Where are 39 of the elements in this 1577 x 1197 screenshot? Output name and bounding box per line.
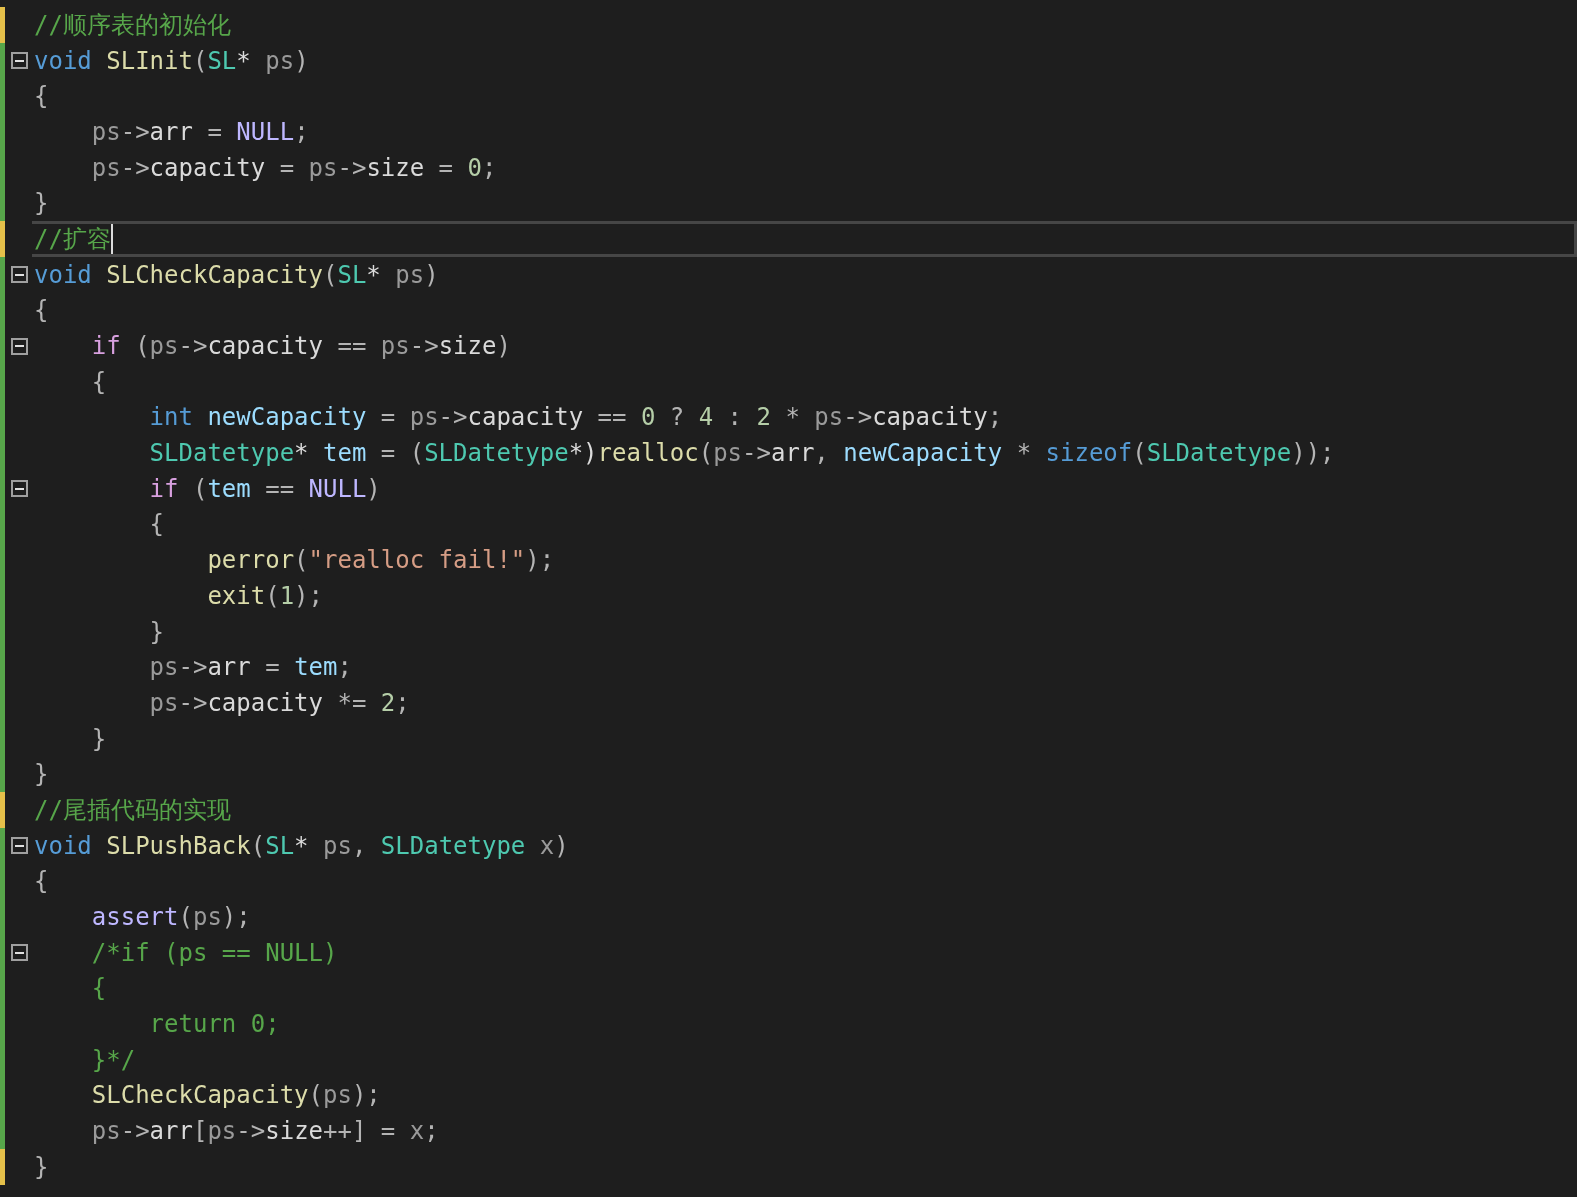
code-line: { (34, 866, 49, 897)
code-line: /*if (ps == NULL) (90, 937, 338, 968)
code-line: } (34, 188, 49, 219)
code-line: SLDatetype* tem = (SLDatetype*)realloc(ps->arr, newCapacity * sizeof(SLDatetype)); (148, 438, 1335, 469)
code-line: { (148, 509, 165, 540)
collapse-toggle[interactable] (11, 337, 28, 355)
code-line: void SLInit(SL* ps) (34, 45, 309, 76)
code-line: ps->arr[ps->size++] = x; (90, 1116, 439, 1147)
code-line: } (34, 759, 49, 790)
code-line: ps->capacity = ps->size = 0; (90, 152, 497, 183)
collapse-toggle[interactable] (11, 944, 28, 962)
code-line: exit(1); (206, 580, 323, 611)
code-line: ps->arr = tem; (148, 652, 352, 683)
code-line: assert(ps); (90, 902, 251, 933)
code-line: } (148, 616, 165, 647)
code-line: return 0; (148, 1009, 280, 1040)
code-line: //顺序表的初始化 (34, 9, 231, 40)
code-line: if (tem == NULL) (148, 473, 381, 504)
code-line: }*/ (90, 1044, 136, 1075)
collapse-toggle[interactable] (11, 52, 28, 70)
code-line: ps->capacity *= 2; (148, 687, 410, 718)
collapse-toggle[interactable] (11, 837, 28, 855)
code-line: int newCapacity = ps->capacity == 0 ? 4 : 2 * ps->capacity; (148, 402, 1003, 433)
code-line: { (90, 973, 107, 1004)
code-line: SLCheckCapacity(ps); (90, 1080, 381, 1111)
code-line: void SLPushBack(SL* ps, SLDatetype x) (34, 830, 569, 861)
code-line: } (34, 1151, 49, 1182)
code-line: { (90, 366, 107, 397)
code-line: } (90, 723, 107, 754)
collapse-toggle[interactable] (11, 266, 28, 284)
code-line: { (34, 295, 49, 326)
code-line: void SLCheckCapacity(SL* ps) (34, 259, 439, 290)
collapse-toggle[interactable] (11, 480, 28, 498)
code-line: { (34, 81, 49, 112)
code-line: if (ps->capacity == ps->size) (90, 331, 511, 362)
code-line: //尾插代码的实现 (34, 794, 231, 825)
code-line: perror("realloc fail!"); (206, 545, 555, 576)
code-line: //扩容 (34, 223, 111, 254)
code-line: ps->arr = NULL; (90, 116, 309, 147)
